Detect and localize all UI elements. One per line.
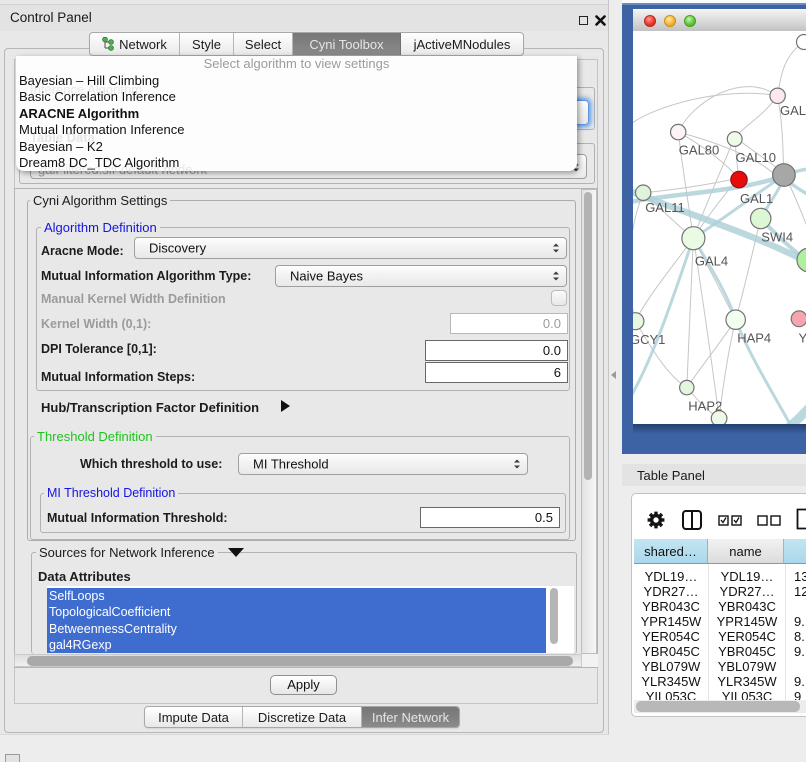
svg-text:SWI4: SWI4 bbox=[761, 230, 793, 245]
svg-text:GAL80: GAL80 bbox=[679, 143, 719, 158]
svg-text:GAL1: GAL1 bbox=[740, 191, 773, 206]
svg-text:GAL11: GAL11 bbox=[645, 200, 685, 215]
svg-text:GCY1: GCY1 bbox=[633, 332, 665, 347]
svg-text:GAL10: GAL10 bbox=[736, 150, 776, 165]
svg-text:GAL4: GAL4 bbox=[695, 254, 728, 269]
svg-text:HAP4: HAP4 bbox=[737, 331, 771, 346]
svg-text:YM: YM bbox=[799, 331, 806, 346]
svg-text:GAL7: GAL7 bbox=[780, 103, 806, 118]
svg-text:HAP2: HAP2 bbox=[688, 399, 722, 414]
